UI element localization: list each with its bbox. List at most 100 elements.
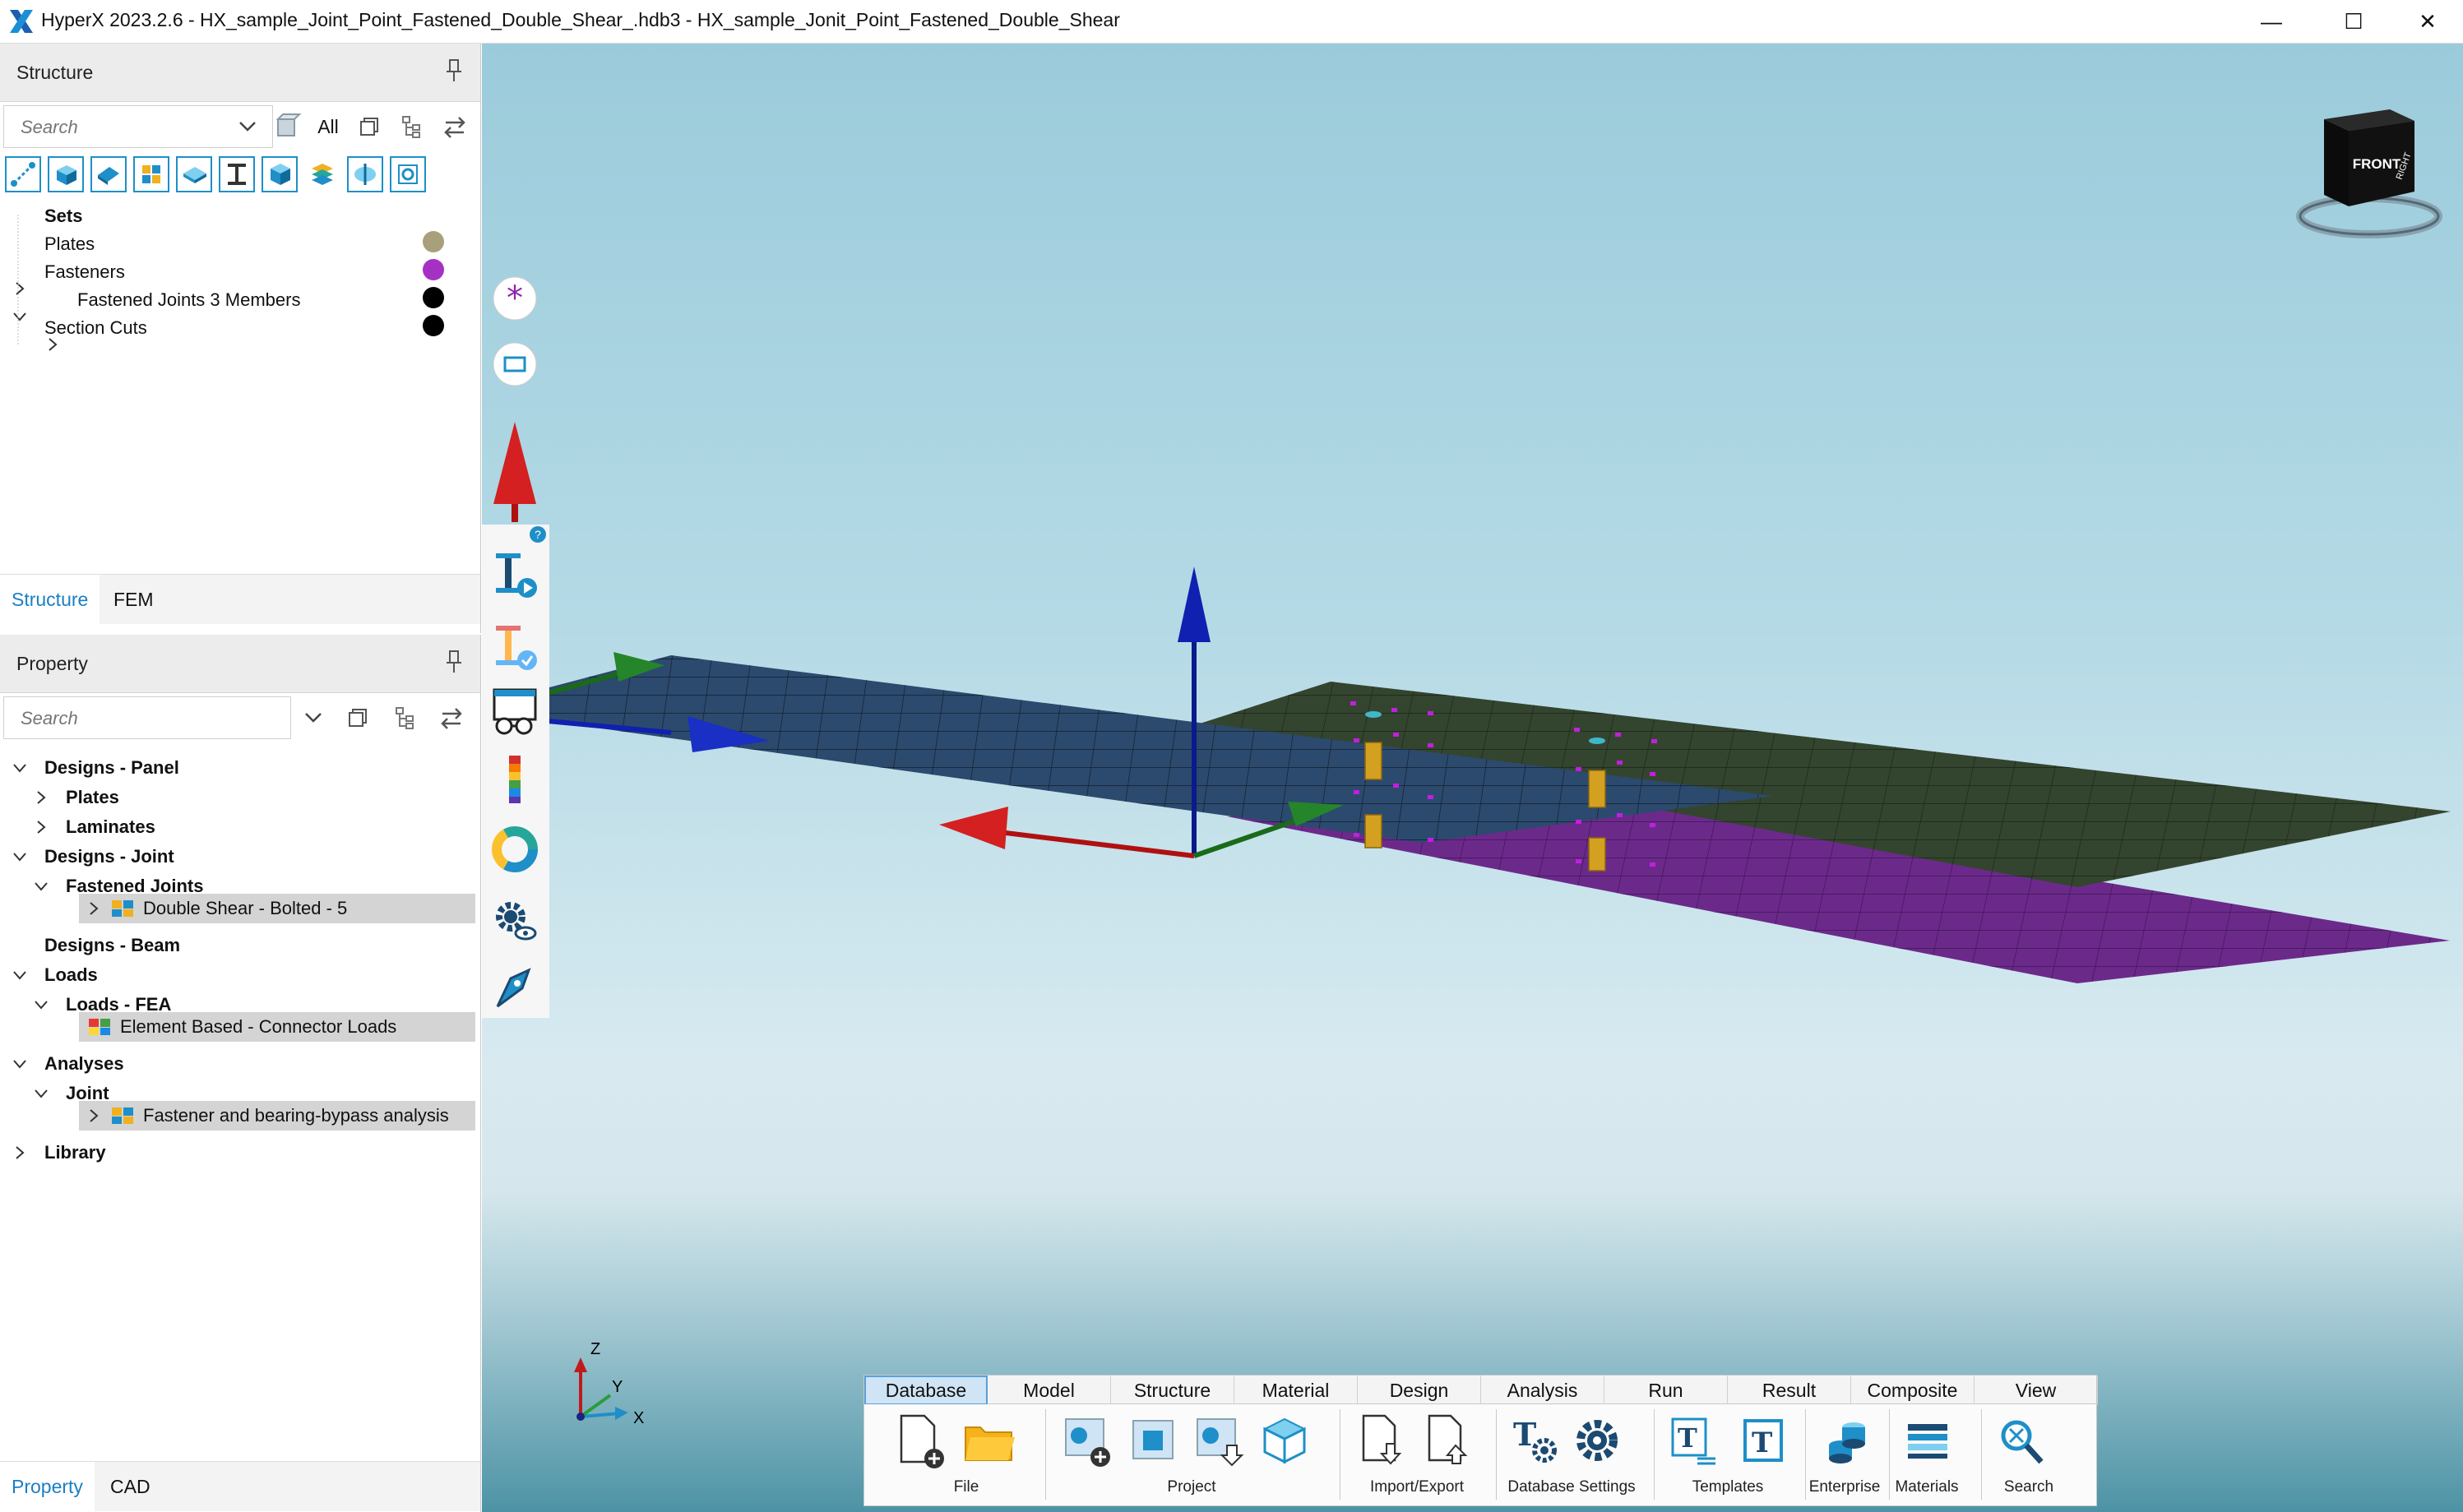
filter-joints-button[interactable]: [133, 156, 169, 192]
ribbon-tab-view[interactable]: View: [1975, 1376, 2098, 1405]
tab-fem[interactable]: FEM: [102, 575, 165, 624]
tree-item-fastened-joints[interactable]: Fastened Joints 3 Members: [77, 286, 300, 314]
new-project-button[interactable]: [1058, 1409, 1116, 1473]
donut-chart-button[interactable]: [482, 816, 548, 882]
swap-arrows-icon[interactable]: [439, 111, 470, 142]
maximize-button[interactable]: ☐: [2321, 3, 2387, 39]
chevron-down-icon[interactable]: [12, 1056, 28, 1072]
plates-color-dot[interactable]: [423, 231, 444, 252]
filter-section-button[interactable]: [347, 156, 383, 192]
chevron-down-icon[interactable]: [33, 878, 49, 895]
ribbon-tab-analysis[interactable]: Analysis: [1481, 1376, 1604, 1405]
import-project-button[interactable]: [1190, 1409, 1248, 1473]
tree-item-plates[interactable]: Plates: [66, 784, 119, 811]
chevron-down-icon[interactable]: [298, 702, 329, 733]
beam-run-button[interactable]: [482, 543, 548, 608]
tree-item-designs-joint[interactable]: Designs - Joint: [44, 843, 174, 871]
ribbon-tab-database[interactable]: Database: [864, 1376, 988, 1405]
box-select-button[interactable]: [482, 340, 548, 389]
chevron-right-icon[interactable]: [33, 789, 49, 806]
tree-item-fasteners[interactable]: Fasteners: [44, 258, 125, 286]
chevron-down-icon[interactable]: [12, 760, 28, 776]
model-canvas[interactable]: [482, 44, 2463, 1512]
filter-layers-button[interactable]: [304, 156, 340, 192]
filter-beams-button[interactable]: [219, 156, 255, 192]
swap-arrows-icon[interactable]: [436, 702, 467, 733]
ribbon-tab-design[interactable]: Design: [1358, 1376, 1481, 1405]
layers-box-icon[interactable]: [271, 111, 303, 142]
property-search-input[interactable]: [19, 707, 203, 730]
open-project-button[interactable]: [1124, 1409, 1182, 1473]
pin-icon[interactable]: [444, 650, 464, 674]
template-manager-button[interactable]: T: [1734, 1409, 1792, 1473]
show-all-button[interactable]: All: [313, 111, 344, 142]
new-database-button[interactable]: [891, 1409, 948, 1473]
templates-button[interactable]: T: [1665, 1409, 1723, 1473]
filter-settings-button[interactable]: [390, 156, 426, 192]
pen-annotate-button[interactable]: [482, 956, 548, 1022]
database-template-settings-button[interactable]: T: [1506, 1409, 1563, 1473]
help-badge[interactable]: ?: [530, 526, 546, 543]
3d-viewport[interactable]: * ? FRONT RIGHT Z Y X: [482, 44, 2463, 1512]
ribbon-tab-run[interactable]: Run: [1604, 1376, 1728, 1405]
tree-item-connector-loads-row[interactable]: Element Based - Connector Loads: [79, 1012, 475, 1042]
close-button[interactable]: ✕: [2395, 3, 2461, 39]
tree-item-loads[interactable]: Loads: [44, 961, 98, 989]
tree-item-plates[interactable]: Plates: [44, 230, 95, 258]
chevron-right-icon[interactable]: [86, 900, 102, 917]
tree-hierarchy-icon[interactable]: [390, 702, 421, 733]
tree-hierarchy-icon[interactable]: [396, 111, 428, 142]
tree-item-sets[interactable]: Sets: [44, 202, 82, 230]
chevron-down-icon[interactable]: [33, 1085, 49, 1102]
tree-item-library[interactable]: Library: [44, 1139, 106, 1167]
export-button[interactable]: [1420, 1409, 1478, 1473]
ribbon-tab-material[interactable]: Material: [1234, 1376, 1358, 1405]
open-database-button[interactable]: [960, 1409, 1017, 1473]
chevron-down-icon[interactable]: [12, 967, 28, 983]
minimize-button[interactable]: —: [2238, 3, 2304, 39]
collapse-all-icon[interactable]: [354, 111, 385, 142]
ribbon-tab-result[interactable]: Result: [1728, 1376, 1851, 1405]
tree-item-designs-panel[interactable]: Designs - Panel: [44, 754, 179, 782]
materials-button[interactable]: [1899, 1409, 1956, 1473]
tree-item-analyses[interactable]: Analyses: [44, 1050, 124, 1078]
property-search-box[interactable]: [3, 696, 291, 739]
section-cuts-color-dot[interactable]: [423, 315, 444, 336]
tab-cad[interactable]: CAD: [99, 1462, 162, 1511]
ribbon-tab-composite[interactable]: Composite: [1851, 1376, 1975, 1405]
filter-solids-button[interactable]: [48, 156, 84, 192]
tree-item-double-shear-row[interactable]: Double Shear - Bolted - 5: [79, 894, 475, 923]
chevron-right-icon[interactable]: [86, 1107, 102, 1124]
ribbon-tab-model[interactable]: Model: [988, 1376, 1111, 1405]
fastened-joints-color-dot[interactable]: [423, 287, 444, 308]
pin-icon[interactable]: [444, 58, 464, 83]
chevron-down-icon[interactable]: [12, 848, 28, 865]
ribbon-tab-structure[interactable]: Structure: [1111, 1376, 1234, 1405]
chevron-down-icon[interactable]: [232, 111, 263, 142]
selection-mode-button[interactable]: *: [482, 274, 548, 323]
chevron-right-icon[interactable]: [12, 1144, 28, 1161]
filter-panels-button[interactable]: [176, 156, 212, 192]
import-button[interactable]: [1354, 1409, 1412, 1473]
search-button[interactable]: [1993, 1409, 2050, 1473]
structure-search-input[interactable]: [19, 116, 203, 139]
view-glasses-button[interactable]: [482, 681, 548, 747]
tree-item-designs-beam[interactable]: Designs - Beam: [44, 932, 180, 959]
collapse-all-icon[interactable]: [342, 702, 373, 733]
filter-cubes-button[interactable]: [262, 156, 298, 192]
package-button[interactable]: [1256, 1409, 1313, 1473]
tree-item-fastener-analysis-row[interactable]: Fastener and bearing-bypass analysis: [79, 1101, 475, 1131]
filter-nodes-button[interactable]: [5, 156, 41, 192]
tree-item-section-cuts[interactable]: Section Cuts: [44, 314, 147, 342]
view-cube[interactable]: FRONT RIGHT: [2291, 101, 2447, 249]
settings-view-button[interactable]: [482, 886, 548, 952]
tree-item-laminates[interactable]: Laminates: [66, 813, 155, 841]
chevron-down-icon[interactable]: [33, 996, 49, 1013]
filter-shells-button[interactable]: [90, 156, 127, 192]
database-settings-button[interactable]: [1568, 1409, 1626, 1473]
chevron-right-icon[interactable]: [33, 819, 49, 835]
fasteners-color-dot[interactable]: [423, 259, 444, 280]
view-cube-front-label[interactable]: FRONT: [2353, 156, 2401, 172]
contour-legend-button[interactable]: [482, 747, 548, 812]
beam-check-button[interactable]: [482, 615, 548, 681]
